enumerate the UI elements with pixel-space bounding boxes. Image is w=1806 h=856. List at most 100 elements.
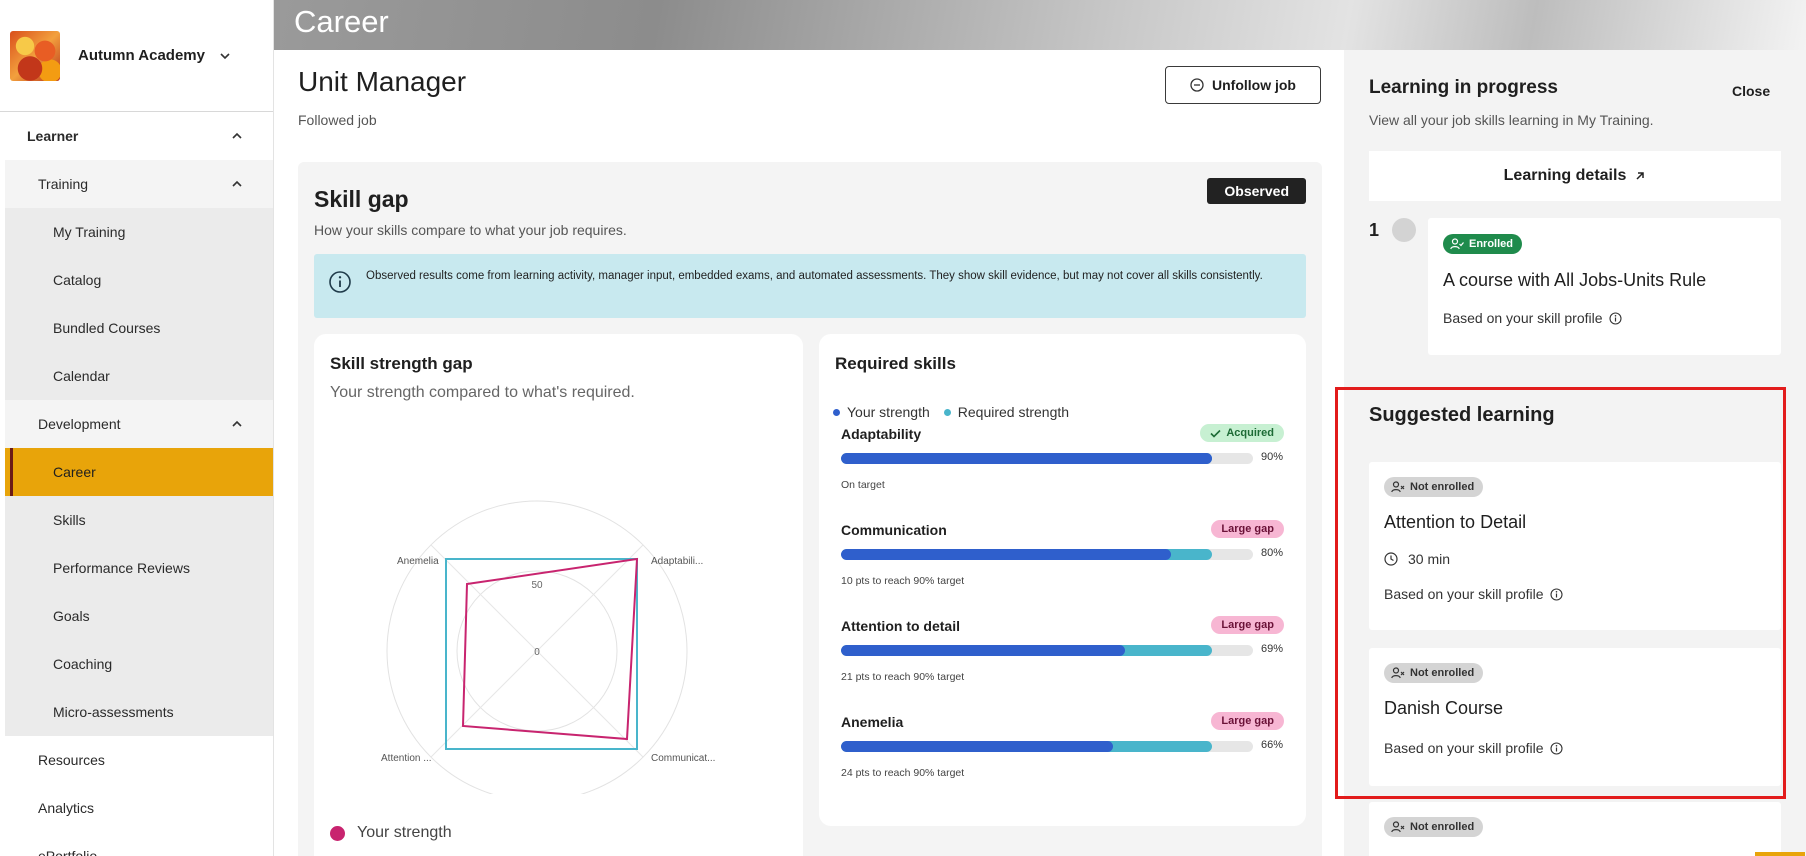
skill-percent: 69% [1261, 643, 1284, 655]
radar-chart: 0 50 Anemelia Adaptabili... Communicat..… [381, 500, 715, 794]
your-strength-fill [841, 741, 1113, 752]
skill-progress-bar [841, 741, 1253, 752]
close-button[interactable]: Close [1732, 83, 1770, 99]
sidebar-item-goals[interactable]: Goals [5, 592, 273, 640]
suggested-course-card[interactable]: Not enrolled Attention to Detail 30 min … [1369, 462, 1781, 630]
enrolled-label: Enrolled [1469, 238, 1514, 250]
org-name: Autumn Academy [78, 47, 205, 64]
check-icon [1210, 429, 1221, 438]
user-check-icon [1450, 238, 1464, 250]
your-strength-fill [841, 453, 1212, 464]
skill-note: 24 pts to reach 90% target [841, 767, 965, 779]
sidebar-item-learner[interactable]: Learner [5, 112, 273, 160]
skill-name: Attention to detail [841, 618, 960, 634]
not-enrolled-label: Not enrolled [1410, 821, 1475, 833]
radar-title: Skill strength gap [330, 354, 473, 373]
info-text: Observed results come from learning acti… [366, 270, 1263, 282]
skill-percent: 90% [1261, 451, 1284, 463]
sidebar-item-label: Goals [53, 608, 90, 624]
sidebar-item-resources[interactable]: Resources [5, 736, 273, 784]
skill-row: Communication Large gap 80% 10 pts to reach… [841, 520, 1284, 612]
badge-label: Large gap [1221, 619, 1274, 631]
acquired-badge: Acquired [1200, 424, 1284, 442]
learning-details-label: Learning details [1503, 167, 1627, 184]
large-gap-badge: Large gap [1211, 520, 1284, 538]
skill-name: Anemelia [841, 714, 904, 730]
unfollow-job-label: Unfollow job [1212, 77, 1296, 93]
not-enrolled-badge: Not enrolled [1384, 817, 1484, 837]
legend-label: Required strength [957, 404, 1070, 420]
based-on-skill-profile: Based on your skill profile [1384, 586, 1563, 602]
course-name: Danish Course [1384, 698, 1504, 718]
unfollow-job-button[interactable]: Unfollow job [1165, 66, 1321, 104]
learning-details-button[interactable]: Learning details [1369, 151, 1781, 201]
legend-label: Your strength [357, 824, 452, 841]
suggested-course-card[interactable]: Not enrolled Danish Course Based on your… [1369, 648, 1781, 786]
radar-legend: Your strength [330, 824, 452, 842]
sidebar-item-label: Analytics [38, 800, 95, 816]
sidebar-item-label: ePortfolio [38, 848, 98, 856]
based-on-label: Based on your skill profile [1384, 586, 1544, 602]
step-number: 1 [1369, 220, 1380, 240]
clock-icon [1384, 552, 1398, 566]
skill-name: Communication [841, 522, 947, 538]
sidebar-item-label: Career [53, 464, 96, 480]
org-logo [10, 30, 60, 81]
in-progress-course-card[interactable]: Enrolled A course with All Jobs-Units Ru… [1428, 218, 1781, 355]
suggested-learning-title: Suggested learning [1369, 404, 1555, 426]
sidebar-item-development[interactable]: Development [5, 400, 273, 448]
sidebar-item-label: My Training [53, 224, 126, 240]
not-enrolled-label: Not enrolled [1410, 481, 1475, 493]
sidebar-item-calendar[interactable]: Calendar [5, 352, 273, 400]
skill-progress-bar [841, 645, 1253, 656]
legend-swatch [330, 825, 345, 841]
sidebar-item-my-training[interactable]: My Training [5, 208, 273, 256]
skill-percent: 80% [1261, 547, 1284, 559]
not-enrolled-badge: Not enrolled [1384, 663, 1484, 683]
learning-panel: Learning in progress Close View all your… [1344, 50, 1806, 856]
sidebar-item-label: Catalog [53, 272, 102, 288]
legend-swatch [833, 408, 840, 416]
large-gap-badge: Large gap [1211, 616, 1284, 634]
chevron-down-icon [220, 52, 230, 59]
sidebar-item-catalog[interactable]: Catalog [5, 256, 273, 304]
sidebar-item-analytics[interactable]: Analytics [5, 784, 273, 832]
not-enrolled-badge: Not enrolled [1384, 477, 1484, 497]
your-strength-series [461, 557, 639, 741]
info-icon [329, 271, 351, 293]
sidebar-item-training[interactable]: Training [5, 160, 273, 208]
skill-percent: 66% [1261, 739, 1284, 751]
skill-note: 10 pts to reach 90% target [841, 575, 965, 587]
radar-tick-label: 0 [534, 647, 540, 658]
required-skills-card: Required skills Your strength Required s… [819, 334, 1306, 826]
sidebar-item-label: Calendar [53, 368, 110, 384]
sidebar-item-career[interactable]: Career [5, 448, 273, 496]
info-icon[interactable] [1549, 587, 1563, 601]
skill-progress-bar [841, 453, 1253, 464]
sidebar-item-micro-assessments[interactable]: Micro-assessments [5, 688, 273, 736]
sidebar-item-eportfolio[interactable]: ePortfolio [5, 832, 273, 856]
chevron-up-icon [232, 420, 242, 427]
sidebar-item-coaching[interactable]: Coaching [5, 640, 273, 688]
legend-required-strength: Required strength [943, 404, 1070, 420]
radar-axis-label: Adaptabili... [651, 556, 703, 567]
skill-row: Anemelia Large gap 66% 24 pts to reach 90% … [841, 712, 1284, 804]
learning-in-progress-title: Learning in progress [1369, 77, 1558, 98]
course-name: A course with All Jobs-Units Rule [1443, 270, 1707, 290]
sidebar-item-skills[interactable]: Skills [5, 496, 273, 544]
info-icon[interactable] [1608, 311, 1622, 325]
main-content: Unit Manager Followed job Unfollow job S… [274, 50, 1344, 856]
sidebar-item-label: Resources [38, 752, 105, 768]
badge-label: Acquired [1226, 427, 1274, 439]
sidebar-item-performance-reviews[interactable]: Performance Reviews [5, 544, 273, 592]
external-arrow-icon [1636, 172, 1645, 180]
required-skills-title: Required skills [835, 354, 956, 373]
skill-strength-gap-card: Skill strength gap Your strength compare… [314, 334, 803, 856]
radar-axis-label: Attention ... [381, 753, 432, 764]
suggested-course-card[interactable]: Not enrolled [1369, 802, 1781, 856]
minus-circle-icon [1190, 78, 1204, 92]
sidebar-item-bundled-courses[interactable]: Bundled Courses [5, 304, 273, 352]
info-icon[interactable] [1549, 741, 1563, 755]
org-switcher[interactable]: Autumn Academy [0, 0, 273, 112]
scroll-peek-bar [1755, 852, 1805, 856]
